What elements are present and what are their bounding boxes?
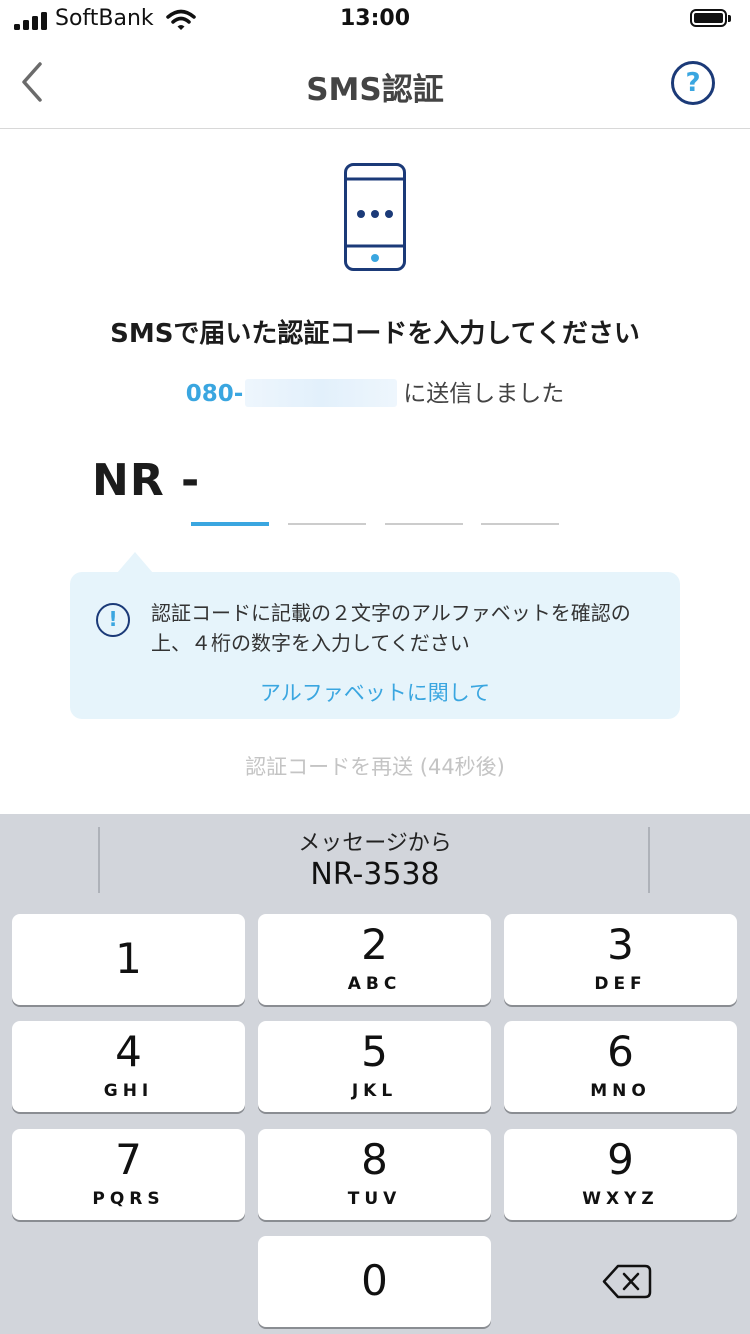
code-digit-slot-1[interactable] xyxy=(191,522,269,526)
battery-icon xyxy=(690,9,734,29)
status-time: 13:00 xyxy=(339,6,411,31)
delete-key[interactable] xyxy=(504,1236,737,1327)
navigation-bar: SMS認証 ? xyxy=(0,40,750,129)
key-digit: 4 xyxy=(115,1027,142,1076)
key-letters: ABC xyxy=(347,974,402,994)
key-digit: 0 xyxy=(361,1256,388,1305)
key-1[interactable]: 1 xyxy=(12,914,245,1005)
key-digit: 3 xyxy=(607,920,634,969)
key-letters: PQRS xyxy=(92,1189,165,1209)
key-letters: MNO xyxy=(590,1081,651,1101)
code-digit-slot-2[interactable] xyxy=(288,523,366,525)
smartphone-icon xyxy=(344,163,406,271)
page-title: SMS認証 xyxy=(306,72,444,108)
key-6[interactable]: 6 MNO xyxy=(504,1021,737,1112)
key-letters: TUV xyxy=(347,1189,402,1209)
info-box-pointer xyxy=(117,552,153,573)
code-prefix: NR - xyxy=(92,455,201,506)
key-digit: 7 xyxy=(115,1135,142,1184)
key-8[interactable]: 8 TUV xyxy=(258,1129,491,1220)
key-0[interactable]: 0 xyxy=(258,1236,491,1327)
status-bar: SoftBank 13:00 xyxy=(0,0,750,40)
backspace-icon xyxy=(602,1264,652,1299)
key-2[interactable]: 2 ABC xyxy=(258,914,491,1005)
key-4[interactable]: 4 GHI xyxy=(12,1021,245,1112)
numeric-keypad: メッセージから NR-3538 1 2 ABC 3 DEF 4 GHI 5 JK… xyxy=(0,814,750,1334)
autofill-suggestion-code[interactable]: NR-3538 xyxy=(0,857,750,892)
key-letters: GHI xyxy=(103,1081,154,1101)
key-digit: 1 xyxy=(115,934,142,983)
key-digit: 2 xyxy=(361,920,388,969)
key-7[interactable]: 7 PQRS xyxy=(12,1129,245,1220)
key-digit: 6 xyxy=(607,1027,634,1076)
code-digit-slot-4[interactable] xyxy=(481,523,559,525)
key-letters: JKL xyxy=(351,1081,398,1101)
key-digit: 5 xyxy=(361,1027,388,1076)
info-message: 認証コードに記載の２文字のアルファベットを確認の上、４桁の数字を入力してください xyxy=(151,601,631,655)
info-exclamation-icon: ! xyxy=(96,603,130,637)
resend-code-button[interactable]: 認証コードを再送 (44秒後) xyxy=(0,751,750,781)
autofill-suggestion-label[interactable]: メッセージから xyxy=(0,825,750,857)
code-digit-slot-3[interactable] xyxy=(385,523,463,525)
key-9[interactable]: 9 WXYZ xyxy=(504,1129,737,1220)
sent-message-text: に送信しました xyxy=(403,381,565,407)
alphabet-help-link[interactable]: アルファベットに関して xyxy=(70,677,680,707)
key-digit: 9 xyxy=(607,1135,634,1184)
key-digit: 8 xyxy=(361,1135,388,1184)
key-letters: WXYZ xyxy=(582,1189,659,1209)
key-3[interactable]: 3 DEF xyxy=(504,914,737,1005)
instruction-heading: SMSで届いた認証コードを入力してください xyxy=(110,319,640,349)
phone-number-prefix: 080- xyxy=(185,381,244,407)
masked-phone-number xyxy=(245,379,398,407)
key-5[interactable]: 5 JKL xyxy=(258,1021,491,1112)
key-letters: DEF xyxy=(594,974,647,994)
sent-to-line: 080- に送信しました xyxy=(0,374,750,408)
help-button[interactable]: ? xyxy=(671,61,715,105)
